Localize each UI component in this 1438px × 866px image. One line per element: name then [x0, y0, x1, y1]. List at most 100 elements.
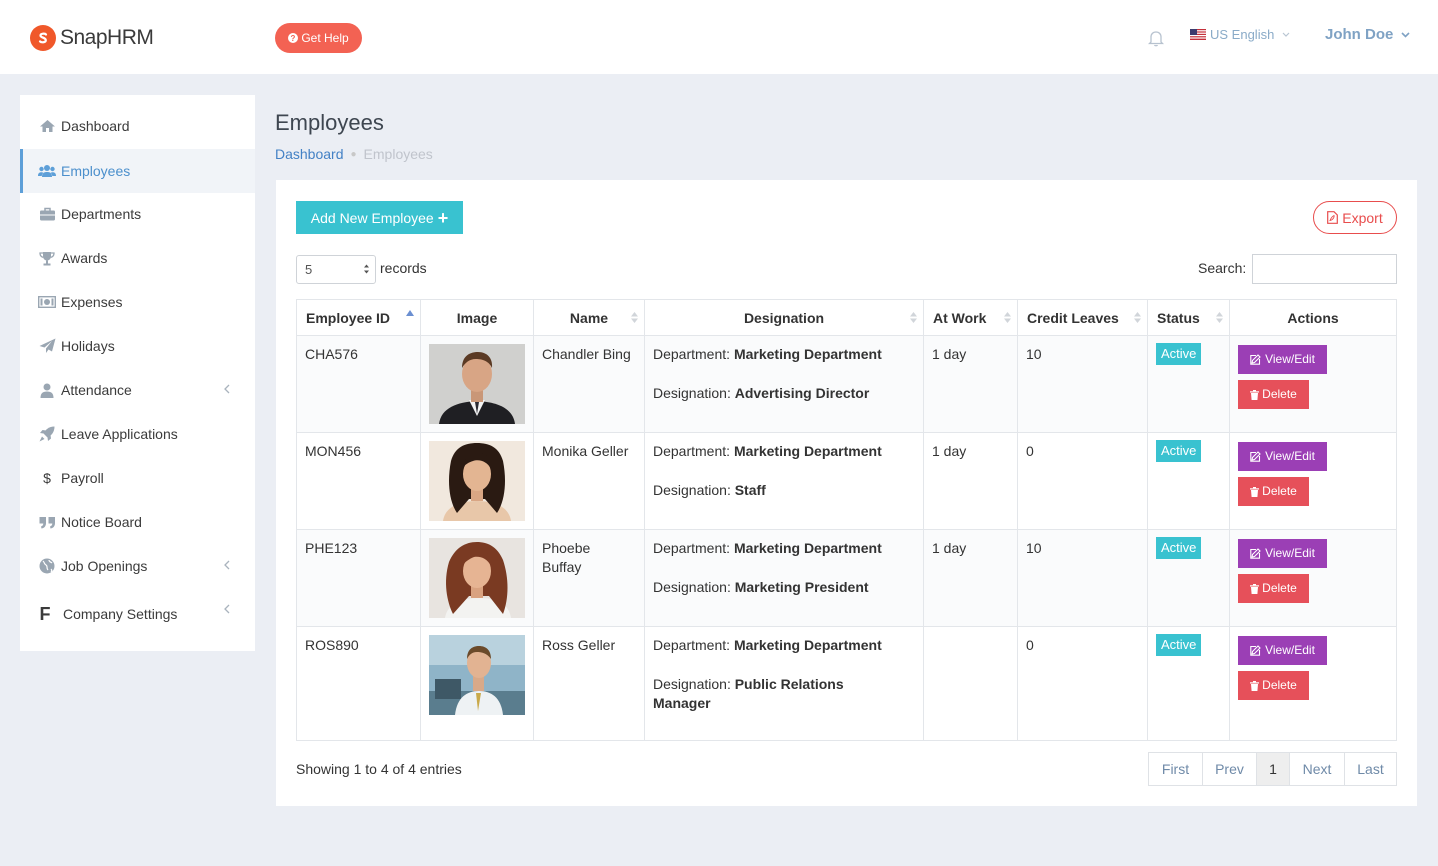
at-work-value: 1 day	[932, 443, 967, 459]
column-header-label: Credit Leaves	[1027, 309, 1119, 326]
column-header-employee-id[interactable]: Employee ID	[297, 300, 421, 336]
chevron-left-icon	[224, 560, 230, 570]
user-menu[interactable]: John Doe	[1325, 26, 1410, 43]
globe-icon	[38, 558, 56, 574]
at-work-cell	[924, 627, 1018, 740]
status-badge: Active	[1156, 634, 1202, 656]
department-value: Marketing Department	[733, 540, 882, 556]
delete-button[interactable]: Delete	[1238, 574, 1309, 603]
bell-icon[interactable]	[1147, 29, 1165, 50]
column-header-at-work[interactable]: At Work	[924, 300, 1018, 336]
actions-cell: View/Edit Delete	[1230, 530, 1396, 626]
department-prefix: Department:	[653, 346, 731, 362]
delete-label: Delete	[1262, 678, 1297, 692]
breadcrumb-current: Employees	[363, 146, 433, 162]
column-header-credit-leaves[interactable]: Credit Leaves	[1018, 300, 1148, 336]
designation-value: Marketing President	[734, 579, 869, 595]
credit-leaves-cell: 0	[1018, 433, 1148, 529]
view-edit-button[interactable]: View/Edit	[1238, 636, 1327, 665]
employee-photo[interactable]	[429, 344, 525, 424]
paper-plane-icon	[38, 338, 56, 354]
sort-both-icon	[1004, 312, 1011, 323]
view-edit-button[interactable]: View/Edit	[1238, 345, 1327, 374]
pagination-page-1[interactable]: 1	[1257, 753, 1290, 785]
search-label: Search:	[1198, 260, 1247, 276]
designation-block: Department: Marketing Department Designa…	[653, 345, 917, 403]
pagination: First Prev 1 Next Last	[1148, 752, 1397, 786]
sidebar-item-attendance[interactable]: Attendance	[20, 368, 255, 412]
add-new-employee-label: Add New Employee	[310, 209, 434, 226]
get-help-button[interactable]: ? Get Help	[275, 23, 362, 53]
records-per-page-select[interactable]: 5	[296, 255, 376, 284]
us-flag-icon	[1190, 29, 1206, 40]
breadcrumb-dashboard-link[interactable]: Dashboard	[275, 146, 344, 162]
view-edit-button[interactable]: View/Edit	[1238, 539, 1327, 568]
sidebar-item-expenses[interactable]: Expenses	[20, 280, 255, 324]
sidebar-item-job-openings[interactable]: Job Openings	[20, 544, 255, 588]
name-cell: Chandler Bing	[534, 336, 645, 432]
sidebar-item-employees[interactable]: Employees	[20, 149, 255, 193]
department-value: Marketing Department	[733, 443, 882, 459]
trash-icon	[1250, 486, 1260, 497]
pagination-first[interactable]: First	[1149, 753, 1203, 785]
column-header-status[interactable]: Status	[1148, 300, 1230, 336]
delete-button[interactable]: Delete	[1238, 477, 1309, 506]
column-header-designation[interactable]: Designation	[645, 300, 924, 336]
brand-logo[interactable]: SnapHRM	[30, 25, 154, 51]
employee-photo[interactable]	[429, 635, 525, 715]
sidebar-item-dashboard[interactable]: Dashboard	[20, 104, 255, 148]
column-header-name[interactable]: Name	[534, 300, 645, 336]
employee-id-cell: CHA576	[297, 336, 421, 432]
sort-both-icon	[1216, 312, 1223, 323]
sidebar-item-leave-applications[interactable]: Leave Applications	[20, 412, 255, 456]
department-line: Department: Marketing Department	[653, 539, 917, 558]
employee-name: Ross Geller	[542, 637, 616, 653]
designation-prefix: Designation:	[653, 385, 731, 401]
language-label: US English	[1210, 27, 1275, 42]
search-input[interactable]	[1252, 254, 1397, 284]
sort-both-icon	[1134, 312, 1141, 323]
sidebar-item-holidays[interactable]: Holidays	[20, 324, 255, 368]
view-edit-label: View/Edit	[1265, 449, 1315, 463]
department-prefix: Department:	[653, 637, 731, 653]
designation-prefix: Designation:	[653, 579, 731, 595]
sidebar-item-company-settings[interactable]: F Company Settings	[20, 592, 255, 636]
sidebar-item-awards[interactable]: Awards	[20, 236, 255, 280]
view-edit-button[interactable]: View/Edit	[1238, 442, 1327, 471]
employee-photo[interactable]	[429, 538, 525, 618]
name-cell: Ross Geller	[534, 627, 645, 740]
pagination-prev[interactable]: Prev	[1203, 753, 1257, 785]
sidebar-item-label: Payroll	[61, 470, 104, 486]
delete-button[interactable]: Delete	[1238, 671, 1309, 700]
sidebar-item-payroll[interactable]: $ Payroll	[20, 456, 255, 500]
column-header-actions: Actions	[1230, 300, 1396, 336]
image-cell	[421, 627, 534, 740]
employee-photo[interactable]	[429, 441, 525, 521]
employees-card: Add New Employee + Export 5 records Sear…	[276, 180, 1417, 806]
view-edit-label: View/Edit	[1265, 352, 1315, 366]
designation-line: Designation: Public Relations Manager	[653, 675, 883, 713]
status-cell: Active	[1148, 530, 1230, 626]
status-badge: Active	[1156, 440, 1202, 462]
employee-id: MON456	[305, 443, 362, 459]
sidebar-item-label: Departments	[61, 206, 142, 222]
designation-value: Staff	[734, 482, 766, 498]
language-selector[interactable]: US English	[1190, 27, 1290, 42]
table-row: PHE123 Phoebe Buffay Department: Marketi…	[297, 530, 1396, 627]
money-icon	[38, 294, 56, 310]
employee-id-cell: PHE123	[297, 530, 421, 626]
sidebar-item-departments[interactable]: Departments	[20, 192, 255, 236]
trash-icon	[1250, 583, 1260, 594]
designation-line: Designation: Advertising Director	[653, 384, 917, 403]
export-button[interactable]: Export	[1313, 201, 1397, 234]
employee-name: Monika Geller	[542, 443, 629, 459]
pagination-next[interactable]: Next	[1290, 753, 1345, 785]
employee-name: Chandler Bing	[542, 346, 631, 362]
sidebar-item-notice-board[interactable]: Notice Board	[20, 500, 255, 544]
delete-label: Delete	[1262, 484, 1297, 498]
add-new-employee-button[interactable]: Add New Employee +	[296, 201, 463, 234]
delete-button[interactable]: Delete	[1238, 380, 1309, 409]
pagination-last[interactable]: Last	[1345, 753, 1396, 785]
credit-leaves-value: 10	[1026, 540, 1042, 556]
chevron-down-icon	[1282, 32, 1290, 37]
